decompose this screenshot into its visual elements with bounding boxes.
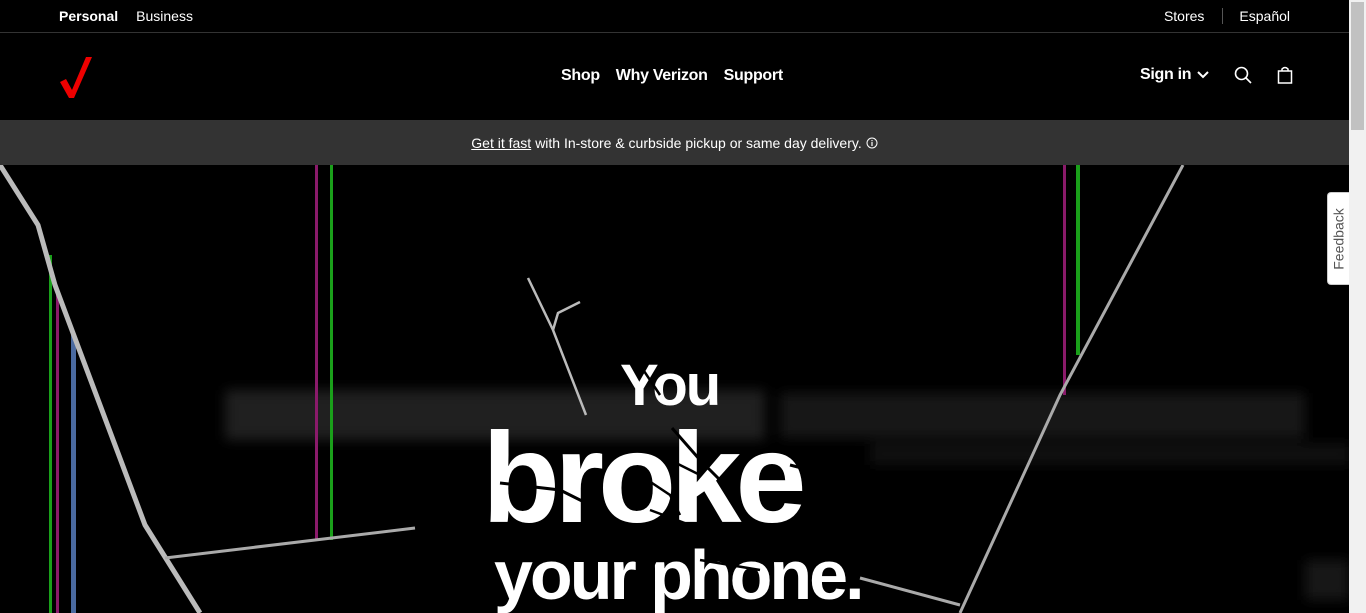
promo-text: with In-store & curbside pickup or same … <box>535 134 862 151</box>
divider <box>1222 8 1224 24</box>
signin-button[interactable]: Sign in <box>1140 66 1209 84</box>
search-icon[interactable] <box>1233 65 1253 85</box>
primary-nav: Shop Why Verizon Support <box>561 67 783 85</box>
nav-support[interactable]: Support <box>724 67 784 85</box>
stores-link[interactable]: Stores <box>1164 8 1204 24</box>
nav-why-verizon[interactable]: Why Verizon <box>616 67 708 85</box>
headline-line-broke: broke <box>482 407 807 550</box>
info-icon[interactable] <box>866 137 878 149</box>
utility-links: Stores Español <box>1164 8 1290 24</box>
business-link[interactable]: Business <box>136 8 193 24</box>
promo-banner: Get it fast with In-store & curbside pic… <box>0 120 1349 165</box>
personal-link[interactable]: Personal <box>59 8 118 24</box>
headline-line-phone: your phone. <box>494 536 865 613</box>
chevron-down-icon <box>1197 71 1209 79</box>
nav-shop[interactable]: Shop <box>561 67 600 85</box>
hero-headline: You broke your phone. <box>0 165 1349 613</box>
segment-switch: Personal Business <box>59 8 211 24</box>
feedback-tab[interactable]: Feedback <box>1327 192 1349 285</box>
get-it-fast-link[interactable]: Get it fast <box>471 135 531 151</box>
feedback-label: Feedback <box>1330 207 1347 270</box>
espanol-link[interactable]: Español <box>1239 8 1290 24</box>
bag-icon[interactable] <box>1275 65 1295 85</box>
nav-actions: Sign in <box>1140 65 1295 85</box>
hero-banner[interactable]: You broke your phone. <box>0 165 1349 613</box>
verizon-check-icon <box>60 57 92 98</box>
page-scrollbar[interactable] <box>1349 0 1366 613</box>
utility-bar: Personal Business Stores Español <box>0 0 1349 33</box>
main-nav: Shop Why Verizon Support Sign in <box>0 33 1349 120</box>
scrollbar-thumb[interactable] <box>1351 2 1364 130</box>
signin-label: Sign in <box>1140 66 1192 83</box>
verizon-check-logo[interactable] <box>59 55 93 99</box>
